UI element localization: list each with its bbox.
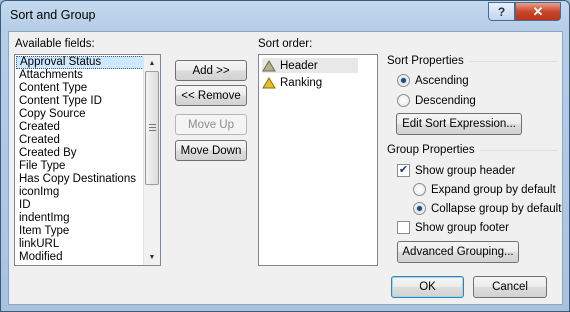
move-up-button[interactable]: Move Up xyxy=(175,114,247,135)
advanced-grouping-button[interactable]: Advanced Grouping... xyxy=(397,241,519,263)
list-item[interactable]: iconImg xyxy=(16,186,144,199)
collapse-group-radio[interactable]: Collapse group by default xyxy=(413,202,561,215)
list-item[interactable]: Content Type ID xyxy=(16,95,144,108)
radio-icon xyxy=(413,202,426,215)
group-properties-group: Group Properties xyxy=(387,144,557,156)
scroll-down-arrow-icon[interactable]: ▼ xyxy=(144,249,160,265)
list-item[interactable]: linkURL xyxy=(16,238,144,251)
ascending-triangle-icon xyxy=(262,76,276,88)
available-fields-list[interactable]: Approval Status Attachments Content Type Co… xyxy=(14,54,161,266)
list-item[interactable]: Created By xyxy=(16,147,144,160)
group-properties-heading: Group Properties xyxy=(387,144,475,156)
checkbox-icon xyxy=(397,221,410,234)
descending-radio[interactable]: Descending xyxy=(397,94,476,107)
sort-order-list[interactable]: Header Ranking xyxy=(258,54,378,266)
title-bar[interactable]: Sort and Group ? ✕ xyxy=(1,1,569,31)
move-down-button[interactable]: Move Down xyxy=(175,140,247,161)
ascending-label: Ascending xyxy=(415,74,469,87)
fields-scrollbar[interactable]: ▲ ▼ xyxy=(143,55,160,265)
sort-order-item-label: Ranking xyxy=(280,76,323,89)
scroll-thumb[interactable] xyxy=(145,71,159,185)
ascending-radio[interactable]: Ascending xyxy=(397,74,469,87)
show-group-footer-checkbox[interactable]: Show group footer xyxy=(397,221,509,234)
checkbox-icon: ✔ xyxy=(397,164,410,177)
list-item[interactable]: Approval Status xyxy=(16,56,144,69)
radio-icon xyxy=(413,183,426,196)
available-fields-items: Approval Status Attachments Content Type Co… xyxy=(16,56,144,264)
edit-sort-expression-button[interactable]: Edit Sort Expression... xyxy=(396,113,522,135)
cancel-button[interactable]: Cancel xyxy=(473,276,547,298)
collapse-group-label: Collapse group by default xyxy=(431,202,562,215)
list-item[interactable]: Attachments xyxy=(16,69,144,82)
help-button[interactable]: ? xyxy=(488,2,515,21)
dialog-body: Available fields: Approval Status Attachm… xyxy=(8,31,563,305)
radio-icon xyxy=(397,94,410,107)
close-button[interactable]: ✕ xyxy=(515,2,561,21)
expand-group-label: Expand group by default xyxy=(431,183,556,196)
help-icon: ? xyxy=(497,4,506,19)
list-item[interactable]: Content Type xyxy=(16,82,144,95)
sort-order-item[interactable]: Header xyxy=(262,58,358,73)
show-group-header-label: Show group header xyxy=(415,164,516,177)
sort-order-item-label: Header xyxy=(280,59,318,72)
list-item[interactable]: Modified xyxy=(16,251,144,264)
list-item[interactable]: Created xyxy=(16,121,144,134)
sort-properties-group: Sort Properties xyxy=(387,55,557,67)
dialog-title: Sort and Group xyxy=(10,8,96,22)
scroll-up-arrow-icon[interactable]: ▲ xyxy=(144,55,160,71)
divider xyxy=(468,60,557,62)
show-group-header-checkbox[interactable]: ✔ Show group header xyxy=(397,164,515,177)
list-item[interactable]: Has Copy Destinations xyxy=(16,173,144,186)
list-item[interactable]: Copy Source xyxy=(16,108,144,121)
sort-order-label: Sort order: xyxy=(258,38,313,50)
list-item[interactable]: Created xyxy=(16,134,144,147)
expand-group-radio[interactable]: Expand group by default xyxy=(413,183,556,196)
ascending-triangle-icon xyxy=(262,59,276,71)
sort-and-group-dialog: Sort and Group ? ✕ Available fields: App… xyxy=(0,0,570,312)
remove-button[interactable]: << Remove xyxy=(175,85,247,106)
show-group-footer-label: Show group footer xyxy=(415,221,509,234)
available-fields-label: Available fields: xyxy=(15,38,95,50)
close-icon: ✕ xyxy=(532,3,544,19)
grip-icon xyxy=(149,124,156,131)
ok-button[interactable]: OK xyxy=(391,276,464,298)
radio-icon xyxy=(397,74,410,87)
descending-label: Descending xyxy=(415,94,476,107)
sort-order-item[interactable]: Ranking xyxy=(262,75,322,90)
list-item[interactable]: File Type xyxy=(16,160,144,173)
sort-properties-heading: Sort Properties xyxy=(387,55,464,67)
list-item[interactable]: Item Type xyxy=(16,225,144,238)
add-button[interactable]: Add >> xyxy=(175,60,247,81)
list-item[interactable]: ID xyxy=(16,199,144,212)
divider xyxy=(479,149,557,151)
list-item[interactable]: indentImg xyxy=(16,212,144,225)
